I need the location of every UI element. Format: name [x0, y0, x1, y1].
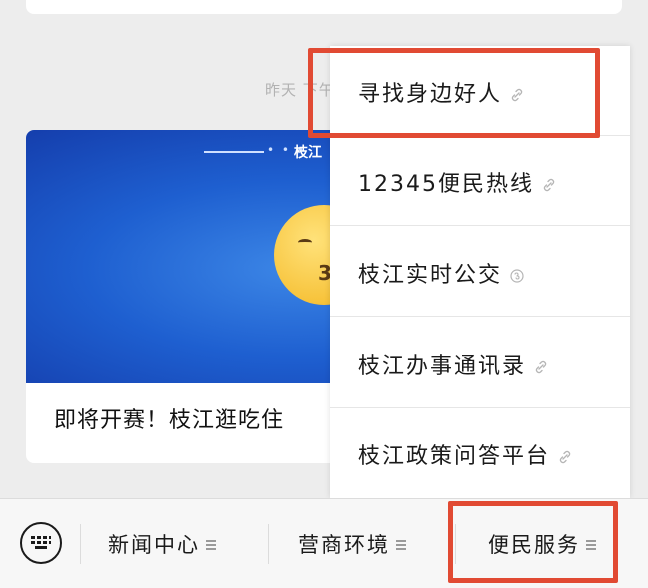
- menu-divider: [268, 524, 269, 564]
- submenu-item-label: 枝江办事通讯录: [358, 354, 527, 379]
- link-icon: [559, 450, 571, 464]
- link-icon: [535, 360, 547, 374]
- cover-brand-text: 枝江: [294, 145, 322, 161]
- article-title: 即将开赛！枝江逛吃住: [54, 408, 285, 433]
- submenu-item-office-directory[interactable]: 枝江办事通讯录: [330, 318, 630, 408]
- menu-tab-label: 新闻中心: [108, 533, 200, 557]
- keyboard-icon[interactable]: [20, 522, 62, 564]
- highlight-box-public-services: [448, 501, 618, 583]
- submenu-item-label: 12345便民热线: [358, 172, 534, 197]
- submenu-item-12345-hotline[interactable]: 12345便民热线: [330, 136, 630, 226]
- submenu-item-label: 枝江实时公交: [358, 263, 503, 288]
- previous-message-card: [26, 0, 622, 14]
- menu-tab-news-center[interactable]: 新闻中心: [108, 529, 216, 559]
- menu-divider: [80, 524, 81, 564]
- submenu-item-policy-qa[interactable]: 枝江政策问答平台: [330, 408, 630, 498]
- submenu-item-label: 枝江政策问答平台: [358, 444, 551, 469]
- cover-divider-line: [204, 151, 264, 153]
- menu-tab-business-environment[interactable]: 营商环境: [298, 529, 406, 559]
- link-icon: [543, 178, 555, 192]
- submenu-indicator-icon: [396, 539, 406, 550]
- miniprogram-icon: [510, 269, 524, 283]
- highlight-box-find-good-people: [308, 48, 600, 138]
- submenu-indicator-icon: [206, 539, 216, 550]
- submenu-item-realtime-bus[interactable]: 枝江实时公交: [330, 227, 630, 317]
- menu-tab-label: 营商环境: [298, 533, 390, 557]
